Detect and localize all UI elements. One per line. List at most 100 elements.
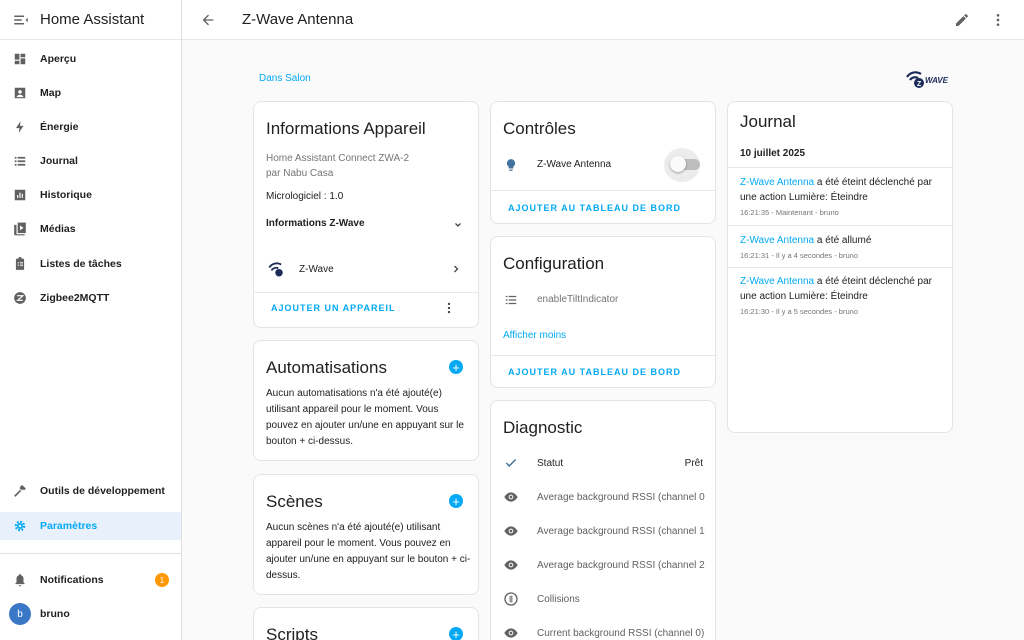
- journal-entry-meta: 16:21:31 - Il y a 4 secondes - bruno: [740, 251, 858, 260]
- eye-icon: [503, 523, 519, 539]
- diagnostic-label: Average background RSSI (channel 2: [537, 559, 705, 571]
- device-info-card: Informations Appareil Home Assistant Con…: [253, 101, 479, 328]
- sidebar-item-map[interactable]: Map: [0, 79, 181, 107]
- diagnostic-row[interactable]: Average background RSSI (channel 2: [491, 548, 715, 582]
- area-link[interactable]: Dans Salon: [259, 73, 311, 84]
- clipboard-icon: [12, 256, 28, 272]
- avatar: b: [9, 603, 31, 625]
- sidebar-header: Home Assistant: [0, 0, 181, 40]
- more-vertical-icon[interactable]: [990, 12, 1006, 28]
- sidebar-item-label: Journal: [40, 155, 78, 167]
- chevron-right-icon: [454, 265, 459, 273]
- sidebar-divider: [0, 553, 181, 554]
- sidebar-item-user[interactable]: b bruno: [0, 600, 181, 628]
- sidebar-item-zigbee2mqtt[interactable]: Zigbee2MQTT: [0, 284, 181, 312]
- zigbee-icon: [12, 290, 28, 306]
- back-arrow-icon[interactable]: [200, 12, 216, 28]
- diagnostic-label: Average background RSSI (channel 1: [537, 525, 705, 537]
- user-name: bruno: [40, 608, 70, 620]
- card-title: Diagnostic: [503, 418, 583, 437]
- sidebar-item-energie[interactable]: Énergie: [0, 113, 181, 141]
- device-manufacturer: par Nabu Casa: [266, 168, 334, 179]
- chart-icon: [12, 187, 28, 203]
- add-automation-button[interactable]: +: [449, 360, 463, 374]
- diagnostic-value: Prêt: [684, 457, 703, 469]
- journal-date: 10 juillet 2025: [740, 148, 806, 159]
- add-scene-button[interactable]: +: [449, 494, 463, 508]
- diagnostic-card: Diagnostic Statut Prêt Average backgroun…: [490, 400, 716, 640]
- sidebar: Home Assistant Aperçu Map Énergie Journa…: [0, 0, 182, 640]
- scenes-card: Scènes + Aucun scènes n'a été ajouté(e) …: [253, 474, 479, 595]
- svg-text:Z: Z: [917, 81, 922, 88]
- sidebar-item-label: Notifications: [40, 574, 104, 586]
- sidebar-item-medias[interactable]: Médias: [0, 215, 181, 243]
- menu-collapse-icon[interactable]: [12, 11, 30, 29]
- diagnostic-row[interactable]: Average background RSSI (channel 0: [491, 480, 715, 514]
- diagnostic-row[interactable]: Collisions: [491, 582, 715, 616]
- bell-icon: [12, 572, 28, 588]
- pencil-icon[interactable]: [954, 12, 970, 28]
- sidebar-item-label: Map: [40, 87, 61, 99]
- chevron-down-icon: [455, 223, 461, 227]
- config-entity-name[interactable]: enableTiltIndicator: [537, 294, 618, 305]
- device-firmware: Micrologiciel : 1.0: [266, 191, 344, 202]
- zwave-logo-text: WAVE: [925, 76, 948, 85]
- sidebar-item-label: Listes de tâches: [40, 258, 122, 270]
- eye-icon: [503, 557, 519, 573]
- zwave-info-expander[interactable]: Informations Z-Wave: [254, 210, 478, 238]
- sidebar-item-parametres[interactable]: Paramètres: [0, 512, 181, 540]
- page-title: Z-Wave Antenna: [242, 11, 354, 28]
- automations-empty-text: Aucun automatisations n'a été ajouté(e) …: [266, 388, 464, 447]
- entity-name[interactable]: Z-Wave Antenna: [537, 159, 611, 170]
- divider: [491, 190, 715, 191]
- zwave-icon: [268, 262, 283, 277]
- sidebar-item-label: Aperçu: [40, 53, 77, 65]
- show-less-link[interactable]: Afficher moins: [503, 330, 566, 341]
- add-device-button[interactable]: AJOUTER UN APPAREIL: [271, 303, 396, 313]
- sidebar-item-label: Outils de développement: [40, 485, 165, 497]
- journal-entity-link[interactable]: Z-Wave Antenna: [740, 235, 814, 246]
- top-bar: Z-Wave Antenna: [182, 0, 1024, 40]
- diagnostic-row-status[interactable]: Statut Prêt: [491, 446, 715, 480]
- zwave-integration-row[interactable]: Z-Wave: [254, 254, 478, 284]
- card-title: Journal: [740, 112, 796, 131]
- toggle-knob: [670, 156, 686, 172]
- sidebar-item-historique[interactable]: Historique: [0, 181, 181, 209]
- diagnostic-row[interactable]: Average background RSSI (channel 1: [491, 514, 715, 548]
- configuration-card: Configuration enableTiltIndicator Affich…: [490, 236, 716, 388]
- check-icon: [503, 455, 519, 471]
- add-script-button[interactable]: +: [449, 627, 463, 640]
- add-to-dashboard-button[interactable]: AJOUTER AU TABLEAU DE BORD: [508, 367, 681, 377]
- journal-entity-link[interactable]: Z-Wave Antenna: [740, 276, 814, 287]
- device-model: Home Assistant Connect ZWA-2: [266, 153, 410, 164]
- sidebar-item-label: Zigbee2MQTT: [40, 292, 110, 304]
- diagnostic-row[interactable]: Current background RSSI (channel 0): [491, 616, 715, 640]
- add-to-dashboard-button[interactable]: AJOUTER AU TABLEAU DE BORD: [508, 203, 681, 213]
- divider: [728, 267, 952, 268]
- eye-icon: [503, 489, 519, 505]
- dashboard-icon: [12, 51, 28, 67]
- divider: [254, 292, 478, 293]
- journal-entry-meta: 16:21:35 - Maintenant - bruno: [740, 208, 839, 217]
- sidebar-item-notifications[interactable]: Notifications 1: [0, 566, 181, 594]
- sidebar-item-listes[interactable]: Listes de tâches: [0, 250, 181, 278]
- card-title: Contrôles: [503, 119, 576, 138]
- journal-entity-link[interactable]: Z-Wave Antenna: [740, 177, 814, 188]
- sidebar-item-dev-tools[interactable]: Outils de développement: [0, 477, 181, 505]
- sidebar-item-apercu[interactable]: Aperçu: [0, 45, 181, 73]
- diagnostic-label: Collisions: [537, 593, 580, 605]
- scenes-empty-text: Aucun scènes n'a été ajouté(e) utilisant…: [266, 522, 471, 581]
- sidebar-item-label: Médias: [40, 223, 76, 235]
- more-vertical-icon[interactable]: [442, 301, 456, 315]
- sidebar-item-label: Historique: [40, 189, 92, 201]
- entity-toggle[interactable]: [670, 156, 700, 172]
- automations-card: Automatisations + Aucun automatisations …: [253, 340, 479, 461]
- integration-name: Z-Wave: [299, 264, 334, 275]
- list-icon: [12, 153, 28, 169]
- notification-badge: 1: [155, 573, 169, 587]
- lightning-icon: [12, 119, 28, 135]
- map-icon: [12, 85, 28, 101]
- lightbulb-icon: [506, 159, 516, 171]
- sidebar-item-journal[interactable]: Journal: [0, 147, 181, 175]
- card-title: Automatisations: [266, 358, 387, 377]
